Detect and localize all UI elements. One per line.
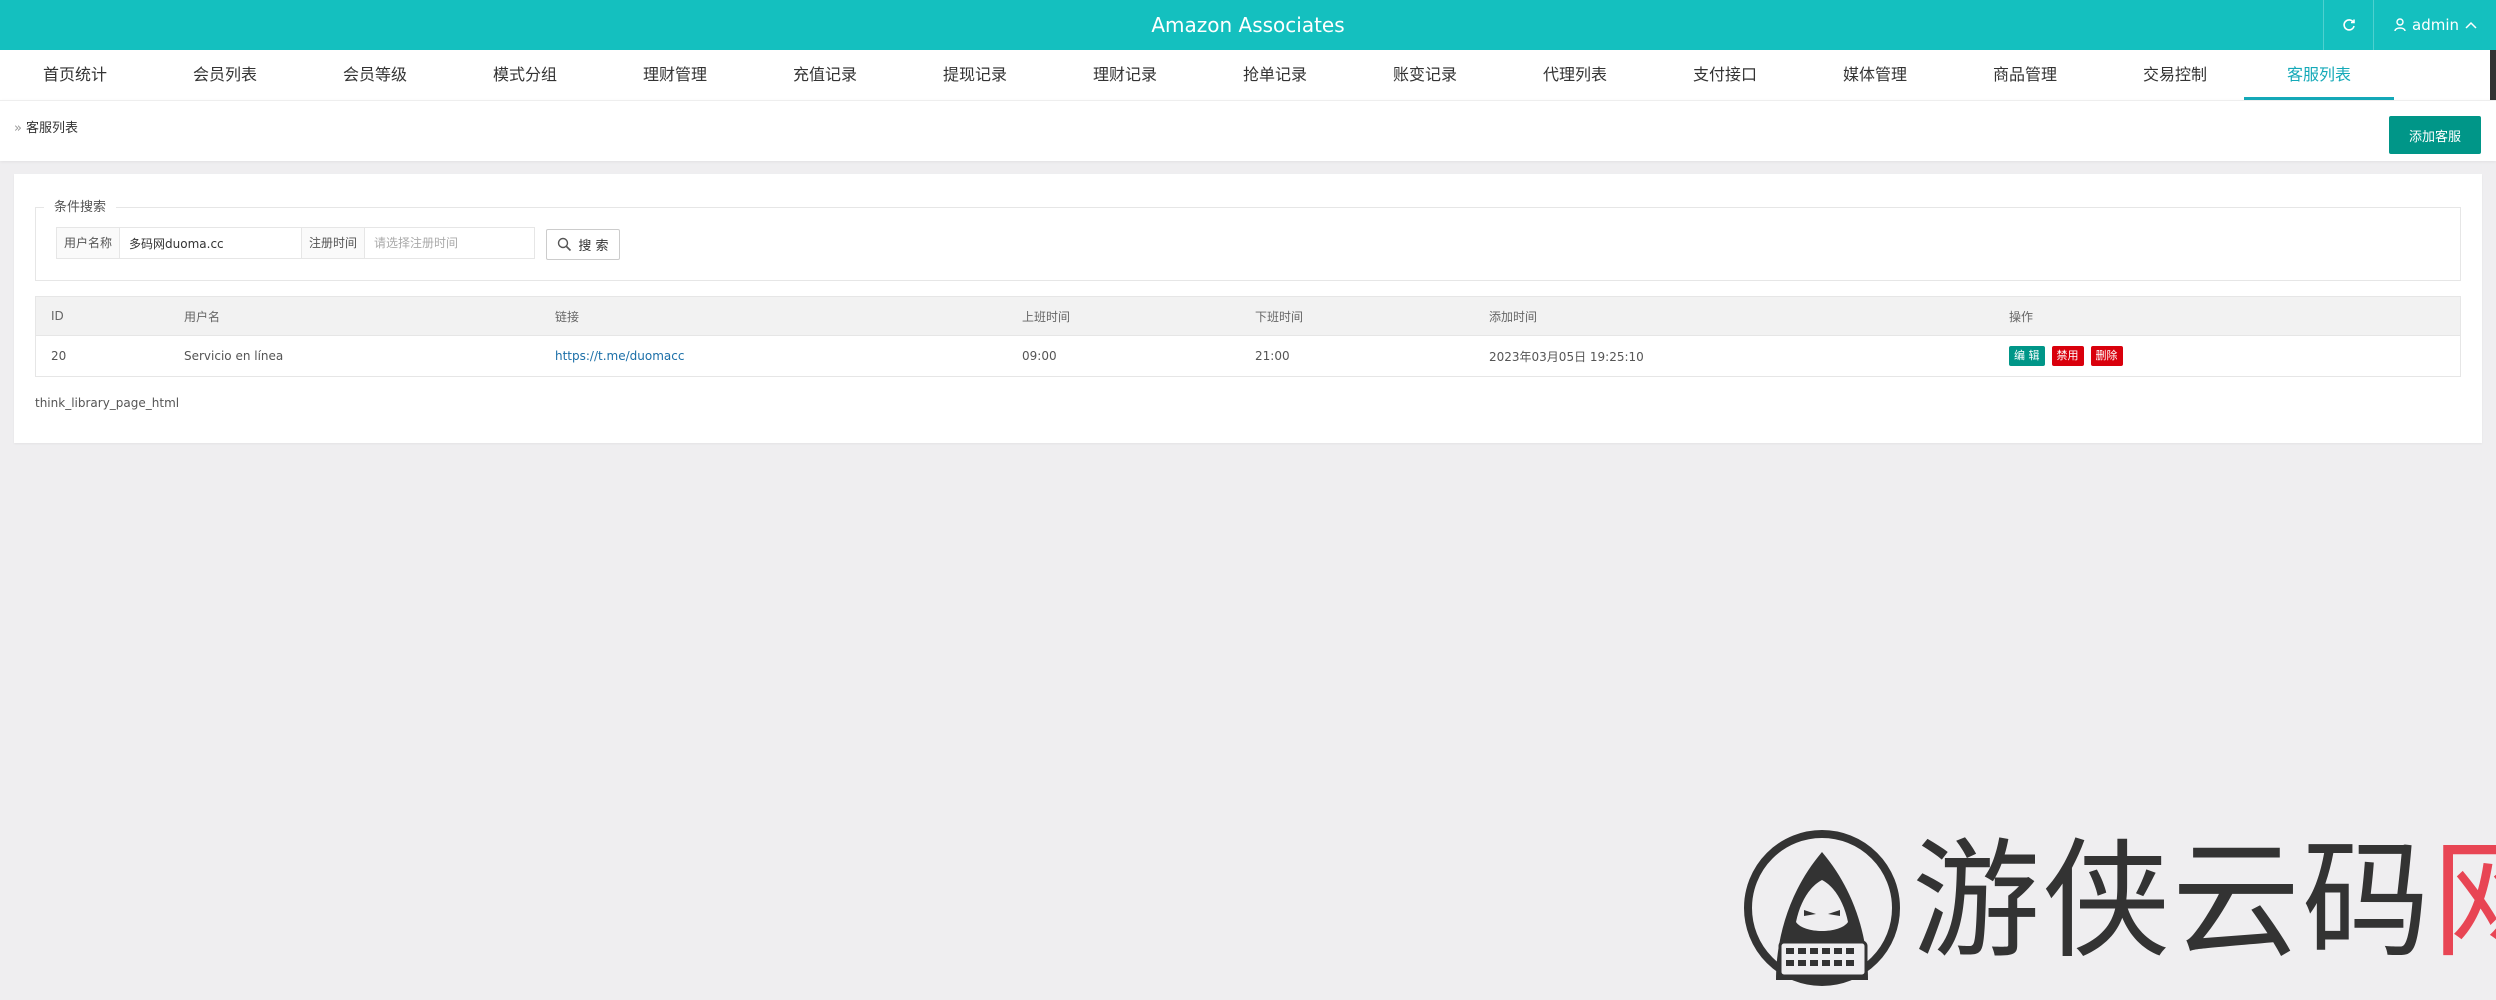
pagination: think_library_page_html [35,396,180,410]
regtime-input[interactable] [365,228,534,258]
table-header: ID 用户名 链接 上班时间 下班时间 添加时间 操作 [36,297,2460,335]
tab-finance-mgmt[interactable]: 理财管理 [600,50,750,97]
tab-balance-log[interactable]: 账变记录 [1350,50,1500,97]
add-service-button[interactable]: 添加客服 [2389,116,2481,154]
username-input[interactable] [120,228,289,258]
breadcrumb-bar: » 客服列表 [0,100,2496,161]
cell-end: 21:00 [1255,349,1290,363]
delete-button[interactable]: 删除 [2090,346,2123,366]
col-link: 链接 [555,309,580,324]
tab-orders[interactable]: 抢单记录 [1200,50,1350,97]
col-id: ID [51,309,64,323]
app-title: Amazon Associates [1151,13,1345,37]
user-menu[interactable]: admin [2373,0,2496,50]
tab-payment[interactable]: 支付接口 [1650,50,1800,97]
search-legend: 条件搜索 [44,196,117,215]
cell-start: 09:00 [1022,349,1057,363]
search-icon [558,237,572,252]
tab-customer-service[interactable]: 客服列表 [2244,50,2394,100]
table-row: 20 Servicio en línea https://t.me/duomac… [36,335,2460,376]
tab-mode-groups[interactable]: 模式分组 [450,50,600,97]
edit-button[interactable]: 编 辑 [2009,346,2045,366]
user-icon [2394,18,2406,32]
watermark-text-red: 网 [2432,827,2496,976]
username-field-group: 用户名称 [56,227,306,259]
col-username: 用户名 [184,309,221,324]
nav-scrollbar[interactable] [2490,50,2496,100]
chevron-up-icon [2465,21,2477,29]
col-end: 下班时间 [1255,309,1304,324]
disable-button[interactable]: 禁用 [2051,346,2084,366]
tab-member-levels[interactable]: 会员等级 [300,50,450,97]
regtime-field-label: 注册时间 [302,228,366,258]
main-nav: 首页统计 会员列表 会员等级 模式分组 理财管理 充值记录 提现记录 理财记录 … [0,50,2496,100]
tab-members[interactable]: 会员列表 [150,50,300,97]
search-button[interactable]: 搜 索 [546,229,620,260]
col-actions: 操作 [2009,309,2034,324]
tab-finance-log[interactable]: 理财记录 [1050,50,1200,97]
service-table: ID 用户名 链接 上班时间 下班时间 添加时间 操作 20 Servicio … [35,296,2461,377]
cell-username: Servicio en línea [184,349,284,363]
username-field-label: 用户名称 [57,228,121,258]
service-link[interactable]: https://t.me/duomacc [555,349,684,363]
search-button-label: 搜 索 [578,239,609,254]
tab-trade-control[interactable]: 交易控制 [2100,50,2250,97]
col-start: 上班时间 [1022,309,1071,324]
watermark-text-main: 游侠云码 [1912,827,2433,976]
tab-withdraw[interactable]: 提现记录 [900,50,1050,97]
watermark-text: 游侠云码网 [1912,832,2496,972]
top-bar: Amazon Associates admin [0,0,2496,50]
tab-agents[interactable]: 代理列表 [1500,50,1650,97]
cell-link: https://t.me/duomacc [555,336,684,376]
cell-actions: 编 辑 禁用 删除 [2009,336,2130,376]
username-label: admin [2412,16,2459,34]
regtime-field-group: 注册时间 [301,227,535,259]
cell-id: 20 [51,349,67,363]
content-card: 条件搜索 用户名称 注册时间 搜 索 ID 用户名 链接 上班时间 下班时间 添… [14,174,2482,443]
tab-dashboard[interactable]: 首页统计 [0,50,150,97]
tab-media[interactable]: 媒体管理 [1800,50,1950,97]
refresh-button[interactable] [2323,0,2374,50]
breadcrumb-separator: » [14,121,22,136]
col-added: 添加时间 [1489,309,1538,324]
cell-added: 2023年03月05日 19:25:10 [1489,349,1644,364]
tab-recharge[interactable]: 充值记录 [750,50,900,97]
hacker-logo-icon [1744,830,1900,986]
tab-products[interactable]: 商品管理 [1950,50,2100,97]
breadcrumb-label: 客服列表 [25,121,78,136]
refresh-icon [2343,19,2355,31]
breadcrumb: » 客服列表 [14,101,78,161]
